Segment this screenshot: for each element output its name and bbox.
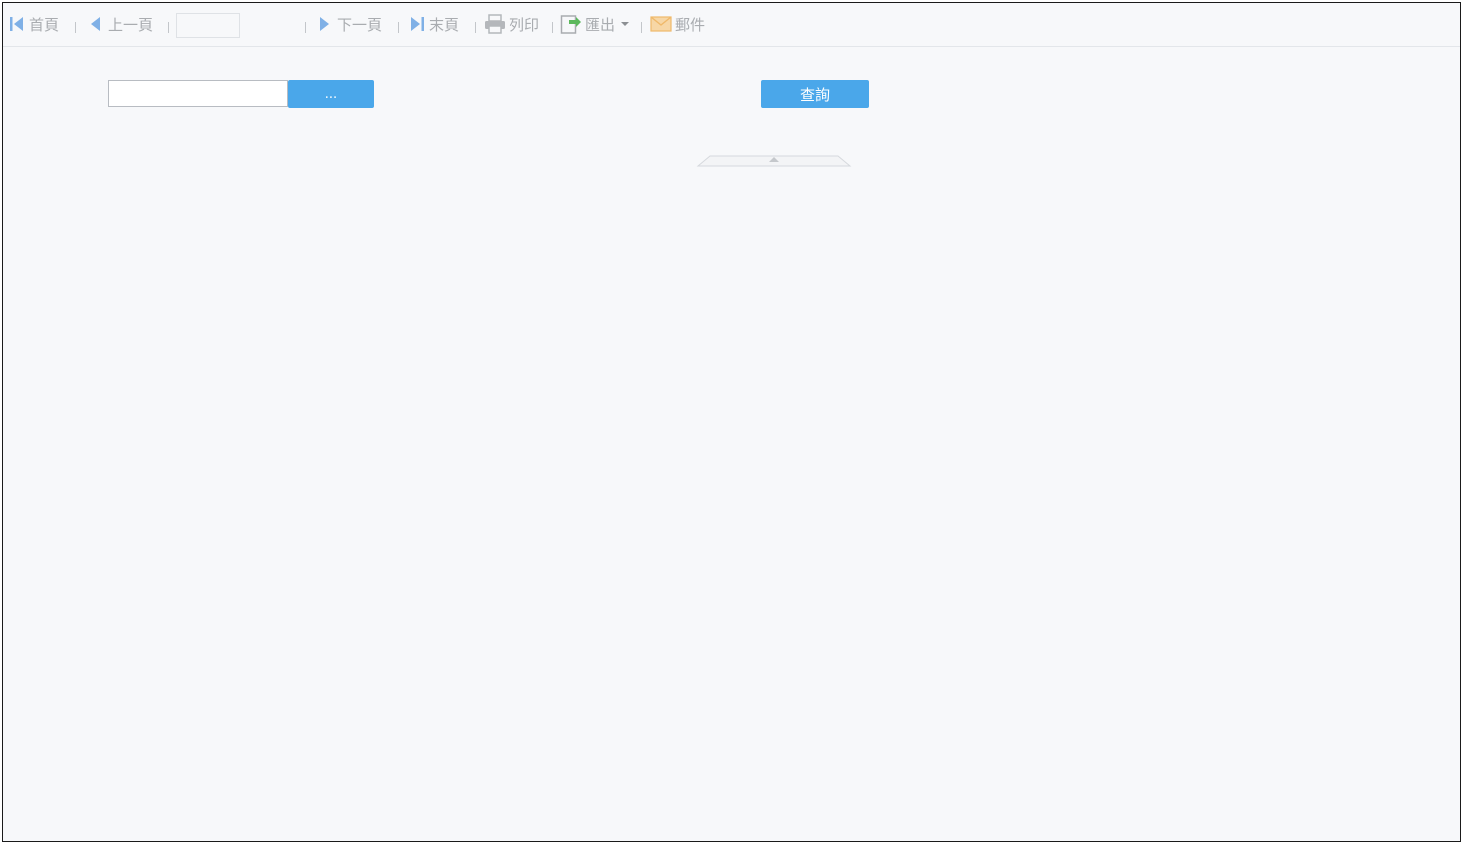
printer-icon xyxy=(484,14,506,34)
report-viewer: 首頁 上一頁 下一頁 末頁 列印 匯出 郵件 ... 查詢 xyxy=(2,2,1461,842)
last-page-icon xyxy=(408,15,426,33)
email-button[interactable]: 郵件 xyxy=(650,13,705,35)
chevron-down-icon xyxy=(621,22,630,26)
prev-page-button[interactable]: 上一頁 xyxy=(87,13,153,35)
export-menu-button[interactable]: 匯出 xyxy=(560,13,630,35)
parameter-text-input[interactable] xyxy=(108,80,288,107)
mail-icon xyxy=(650,16,672,32)
report-toolbar: 首頁 上一頁 下一頁 末頁 列印 匯出 郵件 xyxy=(3,3,1460,47)
toolbar-divider xyxy=(552,22,553,33)
last-page-button[interactable]: 末頁 xyxy=(408,13,459,35)
query-button[interactable]: 查詢 xyxy=(761,80,869,108)
toolbar-divider xyxy=(75,22,76,33)
email-label: 郵件 xyxy=(675,15,706,34)
prev-page-icon xyxy=(87,15,105,33)
export-label: 匯出 xyxy=(585,15,616,34)
next-page-label: 下一頁 xyxy=(337,15,383,34)
export-icon xyxy=(560,13,582,35)
page-number-input[interactable] xyxy=(176,13,240,38)
browse-button[interactable]: ... xyxy=(288,80,374,108)
print-button[interactable]: 列印 xyxy=(484,13,539,35)
last-page-label: 末頁 xyxy=(429,15,460,34)
print-label: 列印 xyxy=(509,15,540,34)
first-page-button[interactable]: 首頁 xyxy=(8,13,59,35)
collapse-up-icon xyxy=(696,155,852,167)
first-page-icon xyxy=(8,15,26,33)
toolbar-divider xyxy=(641,22,642,33)
next-page-button[interactable]: 下一頁 xyxy=(316,13,382,35)
collapse-parameter-panel-handle[interactable] xyxy=(696,153,852,167)
prev-page-label: 上一頁 xyxy=(108,15,154,34)
toolbar-divider xyxy=(475,22,476,33)
toolbar-divider xyxy=(305,22,306,33)
toolbar-divider xyxy=(398,22,399,33)
toolbar-divider xyxy=(168,22,169,33)
next-page-icon xyxy=(316,15,334,33)
first-page-label: 首頁 xyxy=(29,15,60,34)
